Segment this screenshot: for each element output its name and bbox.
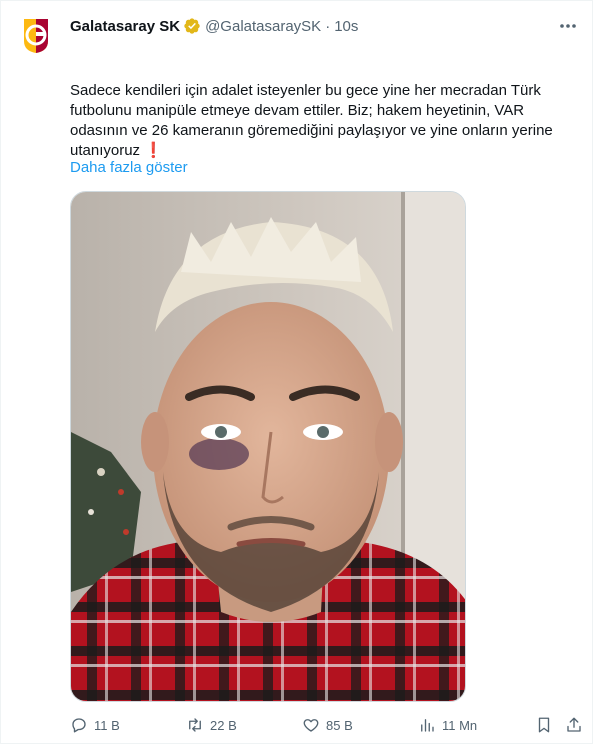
author-name[interactable]: Galatasaray SK bbox=[70, 18, 180, 35]
verified-badge-icon bbox=[183, 17, 201, 35]
reply-icon bbox=[72, 718, 86, 733]
heart-icon bbox=[303, 719, 319, 732]
views-chart-icon bbox=[421, 719, 434, 732]
bookmark-icon bbox=[538, 717, 550, 733]
retweet-icon bbox=[189, 718, 201, 732]
timestamp[interactable]: 10s bbox=[334, 18, 358, 35]
views-button[interactable]: 11 Mn bbox=[418, 713, 477, 737]
like-count: 85 B bbox=[326, 717, 353, 733]
share-button[interactable] bbox=[565, 713, 589, 737]
like-button[interactable]: 85 B bbox=[302, 713, 353, 737]
galatasaray-logo-icon bbox=[16, 15, 56, 55]
retweet-button[interactable]: 22 B bbox=[186, 713, 237, 737]
reply-button[interactable]: 11 B bbox=[70, 713, 120, 737]
bookmark-button[interactable] bbox=[535, 713, 559, 737]
tweet-header: Galatasaray SK @GalatasaraySK · 10s bbox=[70, 16, 552, 36]
tweet-actions: 11 B 22 B 85 B 11 Mn bbox=[70, 713, 585, 737]
share-icon bbox=[567, 717, 581, 732]
view-count: 11 Mn bbox=[442, 717, 478, 733]
reply-count: 11 B bbox=[94, 717, 120, 733]
more-options-icon[interactable] bbox=[558, 17, 578, 35]
author-handle[interactable]: @GalatasaraySK bbox=[205, 18, 321, 35]
photo-illustration bbox=[71, 192, 465, 701]
show-more-link[interactable]: Daha fazla göster bbox=[70, 159, 188, 176]
separator-dot: · bbox=[325, 17, 331, 35]
tweet-paragraph-1: Sadece kendileri için adalet isteyenler … bbox=[70, 82, 557, 159]
tweet-card[interactable]: Galatasaray SK @GalatasaraySK · 10s Sade… bbox=[0, 0, 593, 744]
avatar[interactable] bbox=[16, 15, 56, 55]
retweet-count: 22 B bbox=[210, 717, 237, 733]
tweet-photo[interactable] bbox=[70, 191, 466, 702]
